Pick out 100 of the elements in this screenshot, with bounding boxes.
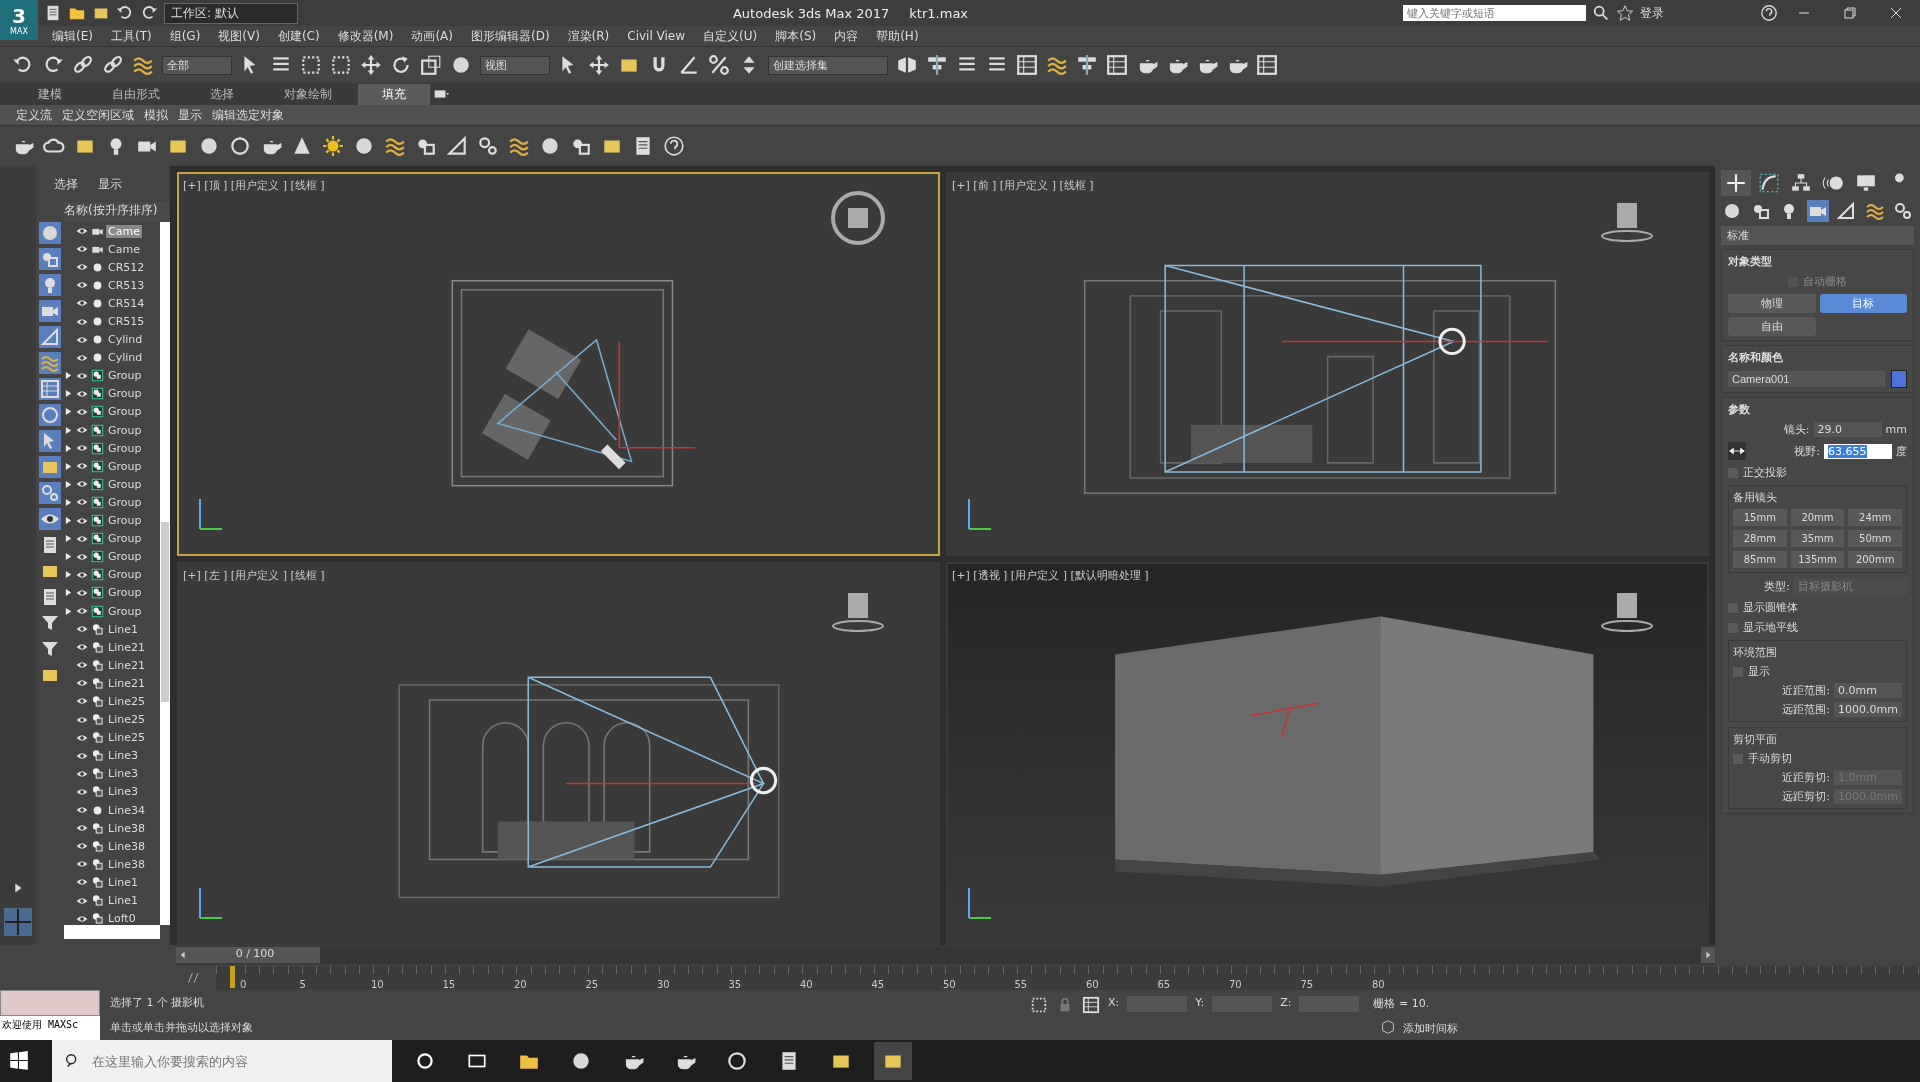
far-range-spinner[interactable]: 1000.0mm [1834, 702, 1902, 717]
display-filter-icon[interactable] [39, 508, 61, 530]
create-tab-icon[interactable] [1721, 170, 1751, 196]
app-logo[interactable]: 3 MAX [0, 0, 38, 40]
expand-arrow-icon[interactable] [64, 479, 73, 489]
viewport-label[interactable]: [+] [前 ] [用户定义 ] [线框 ] [952, 178, 1094, 193]
object-name[interactable]: Line3 [106, 767, 140, 781]
systems-category-icon[interactable] [1892, 200, 1914, 222]
object-name[interactable]: Group [106, 405, 144, 419]
expand-arrow-icon[interactable] [64, 570, 73, 580]
ring-icon[interactable] [229, 135, 251, 157]
search-field[interactable]: 键入关键字或短语 [1403, 5, 1586, 21]
lens-spinner[interactable]: 29.0 [1813, 422, 1882, 437]
sphere-icon[interactable] [353, 135, 375, 157]
ribbon-panel-tab[interactable]: 编辑选定对象 [212, 106, 284, 124]
expand-arrow-icon[interactable] [64, 588, 73, 598]
expand-arrow-icon[interactable] [64, 606, 73, 616]
cameras-category-icon[interactable] [1806, 200, 1829, 222]
scale-icon[interactable] [420, 54, 442, 76]
rectangle-select-icon[interactable] [300, 54, 322, 76]
object-name[interactable]: CR513 [106, 278, 147, 292]
mirror-icon[interactable] [896, 54, 918, 76]
expand-arrow-icon[interactable] [64, 497, 73, 507]
named-selection-dropdown[interactable]: 创建选择集 [768, 55, 888, 75]
menu-item[interactable]: 内容 [834, 27, 859, 45]
workspace-dropdown[interactable]: 工作区: 默认 [164, 2, 298, 24]
camera-filter-icon[interactable] [39, 300, 61, 322]
object-name[interactable]: Line3 [106, 749, 140, 763]
object-name[interactable]: Came [106, 242, 142, 256]
shape-filter-icon[interactable] [39, 248, 61, 270]
previous-frame-button[interactable] [176, 947, 190, 963]
time-slider-thumb[interactable]: 0 / 100 [190, 947, 320, 963]
stock-lens-button[interactable]: 35mm [1790, 530, 1845, 547]
name-field[interactable]: Camera001 [1728, 371, 1885, 387]
space-warp-icon[interactable] [132, 54, 154, 76]
rotate-icon[interactable] [390, 54, 412, 76]
visibility-eye-icon[interactable] [75, 605, 89, 617]
expand-arrow-icon[interactable] [64, 389, 73, 399]
object-name[interactable]: CR512 [106, 260, 147, 274]
isolate-icon[interactable] [1030, 996, 1048, 1014]
object-name[interactable]: Group [106, 532, 144, 546]
object-name[interactable]: Group [106, 604, 144, 618]
object-name[interactable]: Line38 [106, 821, 147, 835]
helper-icon[interactable] [446, 135, 468, 157]
rollout-title[interactable]: 名称和颜色 [1728, 350, 1907, 365]
cone-icon[interactable] [291, 135, 313, 157]
add-time-tag-button[interactable]: 添加时间标 [1403, 1021, 1459, 1036]
viewport-label[interactable]: [+] [顶 ] [用户定义 ] [线框 ] [183, 178, 325, 193]
ribbon-tab[interactable]: 填充 [358, 83, 430, 105]
viewport-layout-icon[interactable] [3, 907, 33, 937]
object-name[interactable]: Cylind [106, 333, 145, 347]
stock-lens-button[interactable]: 85mm [1733, 551, 1787, 568]
object-name[interactable]: Line21 [106, 640, 147, 654]
stock-lens-button[interactable]: 200mm [1848, 551, 1902, 568]
object-name[interactable]: Line25 [106, 695, 147, 708]
object-name[interactable]: Line25 [106, 713, 147, 727]
reference-coordinate-dropdown[interactable]: 视图 [480, 55, 550, 75]
visibility-eye-icon[interactable] [75, 406, 89, 418]
viewport[interactable]: [+] [顶 ] [用户定义 ] [线框 ] [177, 172, 940, 556]
menu-item[interactable]: 视图(V) [218, 27, 260, 45]
percent-snap-icon[interactable] [708, 54, 730, 76]
maxscript-listener-field[interactable] [0, 990, 100, 1016]
menu-item[interactable]: 编辑(E) [52, 27, 93, 45]
color-swatch[interactable] [1891, 370, 1907, 388]
move-icon[interactable] [360, 54, 382, 76]
sun-icon[interactable] [322, 135, 344, 157]
expand-arrow-icon[interactable] [64, 534, 73, 544]
object-name[interactable]: Line21 [106, 658, 147, 672]
object-name[interactable]: Line34 [106, 803, 147, 817]
expand-arrow-icon[interactable] [64, 425, 73, 435]
expand-arrow-icon[interactable] [64, 461, 73, 471]
object-name[interactable]: Group [106, 387, 144, 401]
object-type-button[interactable]: 自由 [1728, 317, 1816, 336]
object-type-button[interactable]: 物理 [1728, 294, 1816, 313]
menu-item[interactable]: 脚本(S) [775, 27, 817, 45]
ribbon-tab[interactable]: 选择 [186, 83, 258, 105]
ribbon-panel-tab[interactable]: 定义空闲区域 [62, 106, 134, 124]
light-filter-icon[interactable] [39, 274, 61, 296]
object-name[interactable]: Line38 [106, 839, 147, 853]
expand-arrow-icon[interactable] [64, 407, 73, 417]
object-name[interactable]: Group [106, 441, 144, 455]
object-name[interactable]: CR515 [106, 315, 147, 328]
undo-icon[interactable] [116, 4, 134, 22]
object-name[interactable]: Line1 [106, 894, 140, 907]
stock-lens-button[interactable]: 24mm [1848, 509, 1902, 526]
current-frame-marker[interactable] [230, 965, 235, 988]
object-name[interactable]: Group [106, 586, 144, 600]
ribbon-tab[interactable]: 对象绘制 [260, 83, 356, 105]
object-name[interactable]: Line38 [106, 857, 147, 871]
viewport[interactable]: [+] [前 ] [用户定义 ] [线框 ] [946, 172, 1709, 556]
helper-filter-icon[interactable] [39, 326, 61, 348]
viewcube-icon[interactable] [828, 188, 888, 248]
redo-icon[interactable] [140, 4, 158, 22]
absolute-mode-icon[interactable] [1082, 996, 1100, 1014]
viewport[interactable]: [+] [透视 ] [用户定义 ] [默认明暗处理 ] [946, 561, 1709, 945]
align-icon[interactable] [926, 54, 948, 76]
chain-link-icon[interactable] [72, 54, 94, 76]
object-name[interactable]: Group [106, 514, 144, 528]
ribbon-tab[interactable]: 建模 [14, 83, 86, 105]
explorer-tab[interactable]: 显示 [98, 175, 122, 193]
